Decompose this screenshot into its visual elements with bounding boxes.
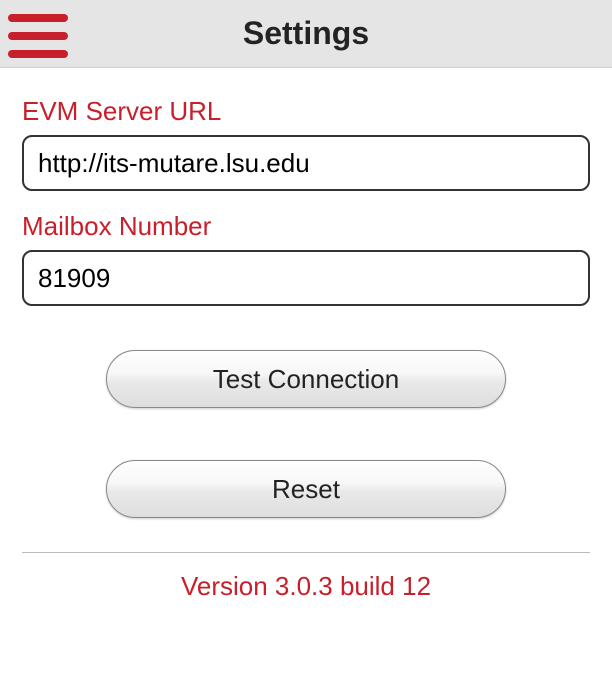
page-title: Settings: [243, 15, 369, 52]
settings-content: EVM Server URL Mailbox Number Test Conne…: [0, 68, 612, 602]
header-bar: Settings: [0, 0, 612, 68]
divider: [22, 552, 590, 553]
server-url-label: EVM Server URL: [22, 96, 590, 127]
test-connection-button[interactable]: Test Connection: [106, 350, 506, 408]
reset-button[interactable]: Reset: [106, 460, 506, 518]
version-text: Version 3.0.3 build 12: [22, 571, 590, 602]
server-url-input[interactable]: [22, 135, 590, 191]
mailbox-number-label: Mailbox Number: [22, 211, 590, 242]
mailbox-number-input[interactable]: [22, 250, 590, 306]
hamburger-menu-icon[interactable]: [8, 14, 68, 58]
